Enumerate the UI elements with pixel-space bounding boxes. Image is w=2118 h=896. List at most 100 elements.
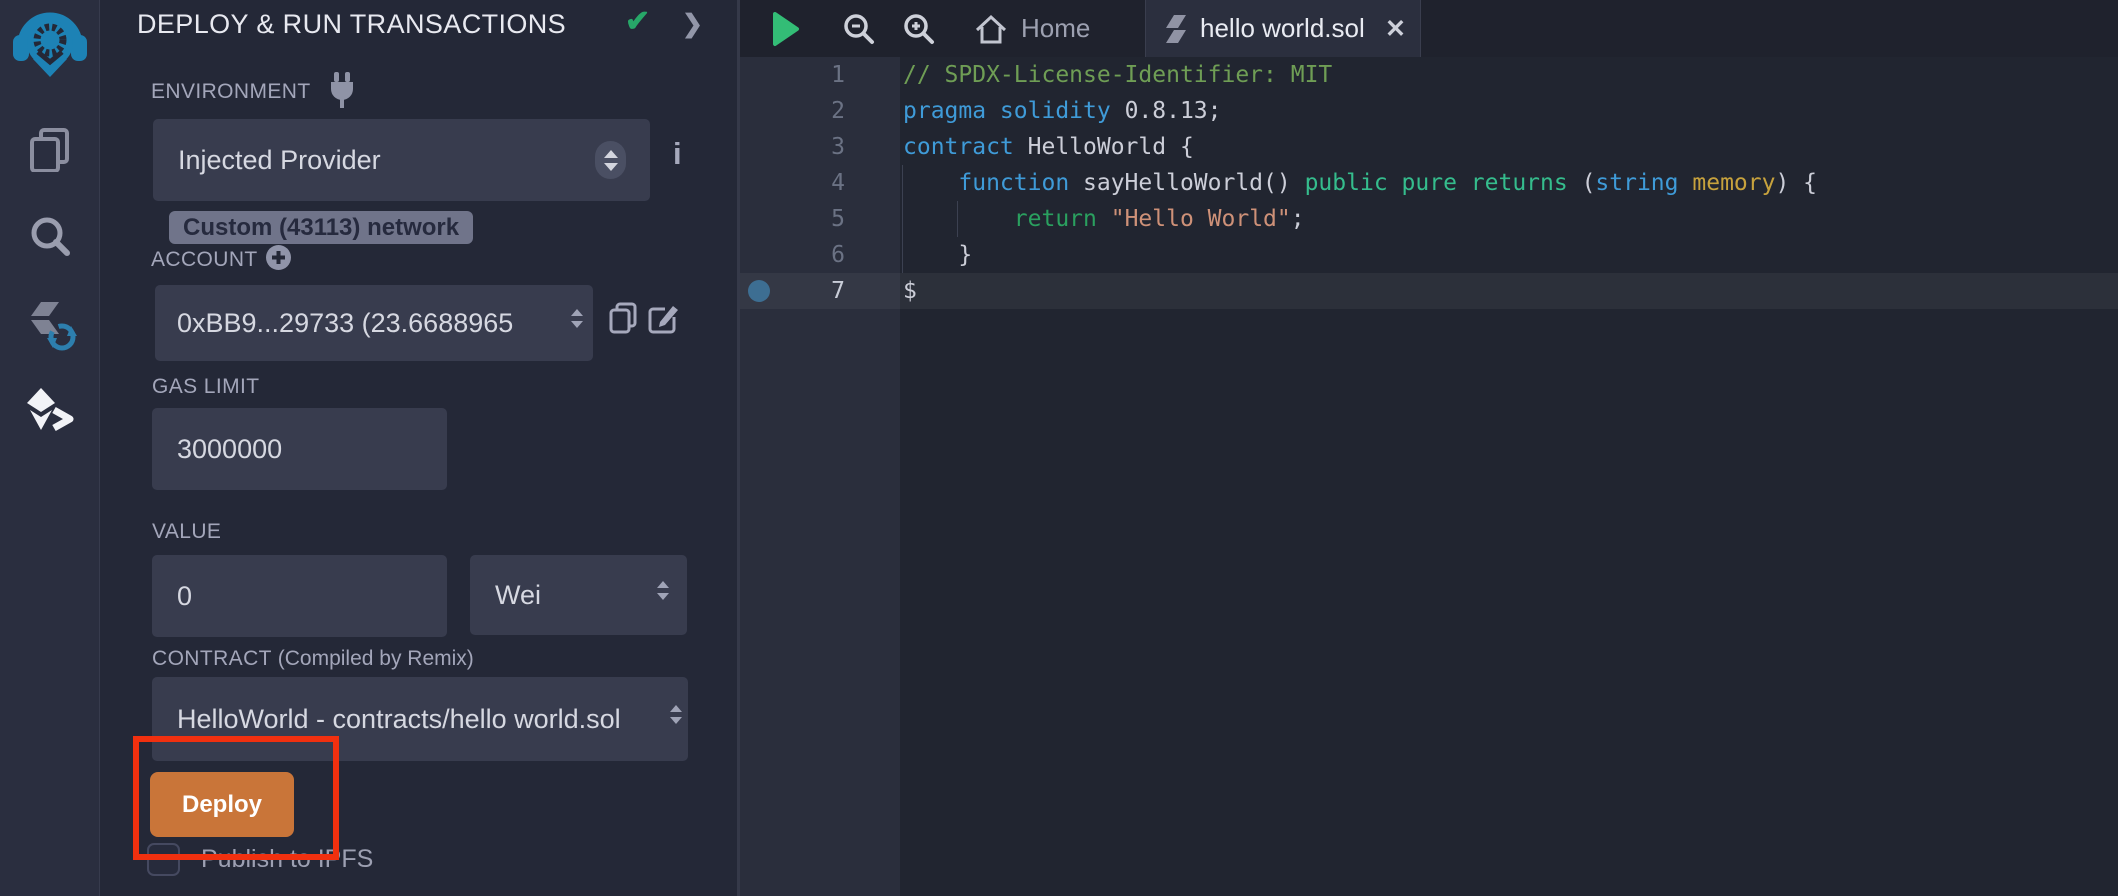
file-explorer-icon[interactable] [0,126,100,172]
zoom-out-icon[interactable] [843,13,875,50]
code-lines[interactable]: 1 // SPDX-License-Identifier: MIT 2 pragma … [740,57,2118,896]
environment-select[interactable]: Injected Provider [153,119,650,201]
glyph-margin[interactable] [740,237,780,273]
code-token [1388,170,1402,196]
value-label: VALUE [152,520,221,544]
line-number: 4 [780,165,845,201]
tab-home-label: Home [1021,13,1090,44]
code-line[interactable]: 7$ [740,273,2118,309]
line-number: 1 [780,57,845,93]
gas-limit-label: GAS LIMIT [152,375,259,399]
remix-ide-window: DEPLOY & RUN TRANSACTIONS ✔ ❯ ENVIRONMEN… [0,0,2118,896]
value-unit-select[interactable]: Wei [470,555,687,635]
line-text[interactable]: pragma solidity 0.8.13; [903,93,1222,129]
line-number: 6 [780,237,845,273]
code-token: "Hello World" [1111,206,1291,232]
contract-value: HelloWorld - contracts/hello world.sol [177,704,621,735]
editor-tabbar: Home hello world.sol ✕ [740,0,2118,57]
deploy-run-panel: DEPLOY & RUN TRANSACTIONS ✔ ❯ ENVIRONMEN… [101,0,737,896]
contract-sublabel: (Compiled by Remix) [278,647,474,670]
tab-file-label: hello world.sol [1200,13,1365,44]
code-line[interactable]: 4 function sayHelloWorld() public pure r… [740,165,2118,201]
code-token: contract [903,134,1014,160]
code-line[interactable]: 5 return "Hello World"; [740,201,2118,237]
info-icon[interactable]: i [673,136,682,172]
line-text[interactable]: } [903,237,972,273]
publish-ipfs-row: Publish to IPFS [147,843,373,876]
line-text[interactable]: $ [903,273,917,309]
line-text[interactable]: // SPDX-License-Identifier: MIT [903,57,1332,93]
solidity-compiler-icon[interactable] [0,296,100,354]
glyph-margin[interactable] [740,273,780,309]
home-icon [974,12,1008,46]
code-line[interactable]: 1 // SPDX-License-Identifier: MIT [740,57,2118,93]
account-stepper-icon[interactable] [571,309,583,328]
code-token [1097,206,1111,232]
line-number: 3 [780,129,845,165]
code-token: pure [1402,170,1457,196]
glyph-margin[interactable] [740,93,780,129]
line-text[interactable]: return "Hello World"; [903,201,1305,237]
code-token: return [1014,206,1097,232]
value-amount: 0 [177,581,192,612]
account-label: ACCOUNT [151,248,258,272]
code-line[interactable]: 2 pragma solidity 0.8.13; [740,93,2118,129]
code-token: HelloWorld { [1014,134,1194,160]
indent-guide [902,201,903,237]
code-token: memory [1692,170,1775,196]
publish-ipfs-checkbox[interactable] [147,843,180,876]
line-number: 2 [780,93,845,129]
code-token: } [903,242,972,268]
code-token: 0.8.13; [1111,98,1222,124]
run-script-icon[interactable] [772,11,800,52]
contract-stepper-icon[interactable] [670,705,682,724]
gas-limit-input[interactable]: 3000000 [152,408,447,490]
account-select[interactable]: 0xBB9...29733 (23.6688965 [155,285,593,361]
remix-logo-icon [13,5,87,79]
search-icon[interactable] [0,214,100,258]
breakpoint-dot-icon[interactable] [748,280,770,302]
tab-hello-world-sol[interactable]: hello world.sol ✕ [1145,0,1421,57]
code-token [903,206,1014,232]
chevron-right-icon[interactable]: ❯ [682,9,703,39]
code-line[interactable]: 6 } [740,237,2118,273]
code-token: returns [1471,170,1568,196]
deploy-run-icon[interactable] [0,388,100,434]
editor-area: Home hello world.sol ✕ 1 // SPDX-License-… [740,0,2118,896]
line-text[interactable]: contract HelloWorld { [903,129,1194,165]
value-input[interactable]: 0 [152,555,447,637]
edit-account-icon[interactable] [647,303,679,340]
code-token [903,170,958,196]
glyph-margin[interactable] [740,57,780,93]
remix-logo[interactable] [13,5,87,79]
line-number: 5 [780,201,845,237]
copy-account-icon[interactable] [607,301,639,340]
close-tab-icon[interactable]: ✕ [1385,14,1406,44]
publish-ipfs-label: Publish to IPFS [201,845,373,874]
check-icon: ✔ [625,4,650,39]
unit-stepper-icon[interactable] [657,581,669,600]
glyph-margin[interactable] [740,129,780,165]
glyph-margin[interactable] [740,201,780,237]
code-line[interactable]: 3 contract HelloWorld { [740,129,2118,165]
solidity-file-icon [1166,15,1186,43]
line-text[interactable]: function sayHelloWorld() public pure ret… [903,165,1817,201]
add-account-icon[interactable] [265,244,292,276]
code-token: public [1305,170,1388,196]
code-token: string [1595,170,1678,196]
value-unit: Wei [495,580,541,611]
indent-guide [902,237,903,273]
contract-select[interactable]: HelloWorld - contracts/hello world.sol [152,677,688,761]
glyph-margin[interactable] [740,165,780,201]
environment-stepper-icon[interactable] [595,141,626,179]
tab-home[interactable]: Home [962,0,1102,57]
indent-guide [902,165,903,201]
code-token: // SPDX-License-Identifier: MIT [903,62,1332,88]
zoom-in-icon[interactable] [903,13,935,50]
deploy-button[interactable]: Deploy [150,772,294,837]
activity-bar [0,0,100,896]
code-token: pragma solidity [903,98,1111,124]
environment-value: Injected Provider [178,145,381,176]
code-token [1679,170,1693,196]
code-token [1457,170,1471,196]
